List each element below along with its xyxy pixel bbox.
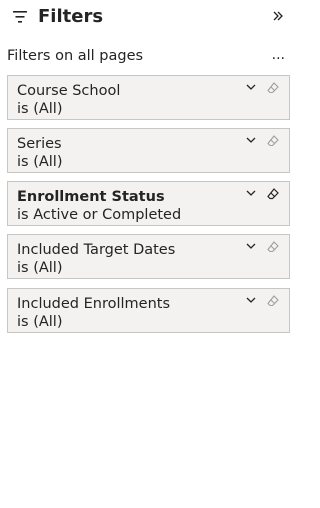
chevron-down-icon[interactable]: [245, 240, 257, 252]
filter-card[interactable]: Enrollment Status is Active or Completed: [7, 181, 290, 226]
clear-filter-icon[interactable]: [266, 187, 280, 201]
filter-name: Included Target Dates: [17, 242, 176, 258]
filter-condition: is (All): [17, 314, 63, 330]
clear-filter-icon[interactable]: [266, 134, 280, 148]
filter-name: Enrollment Status: [17, 189, 165, 205]
filter-icon: [13, 11, 27, 23]
filter-card[interactable]: Series is (All): [7, 128, 290, 173]
filter-condition: is Active or Completed: [17, 207, 182, 223]
filter-name: Included Enrollments: [17, 296, 170, 312]
filter-name: Course School: [17, 83, 121, 99]
clear-filter-icon[interactable]: [266, 240, 280, 254]
more-options-button[interactable]: ...: [272, 46, 285, 64]
pane-title: Filters: [38, 6, 104, 27]
filter-condition: is (All): [17, 260, 63, 276]
filter-condition: is (All): [17, 154, 63, 170]
section-label: Filters on all pages: [7, 48, 144, 64]
filter-name: Series: [17, 136, 62, 152]
collapse-pane-icon[interactable]: [272, 10, 284, 22]
chevron-down-icon[interactable]: [245, 294, 257, 306]
clear-filter-icon[interactable]: [266, 81, 280, 95]
filter-card[interactable]: Course School is (All): [7, 75, 290, 120]
filters-header: Filters: [0, 0, 293, 36]
filter-card[interactable]: Included Enrollments is (All): [7, 288, 290, 333]
clear-filter-icon[interactable]: [266, 294, 280, 308]
filter-condition: is (All): [17, 101, 63, 117]
filter-card[interactable]: Included Target Dates is (All): [7, 234, 290, 279]
chevron-down-icon[interactable]: [245, 81, 257, 93]
chevron-down-icon[interactable]: [245, 187, 257, 199]
chevron-down-icon[interactable]: [245, 134, 257, 146]
